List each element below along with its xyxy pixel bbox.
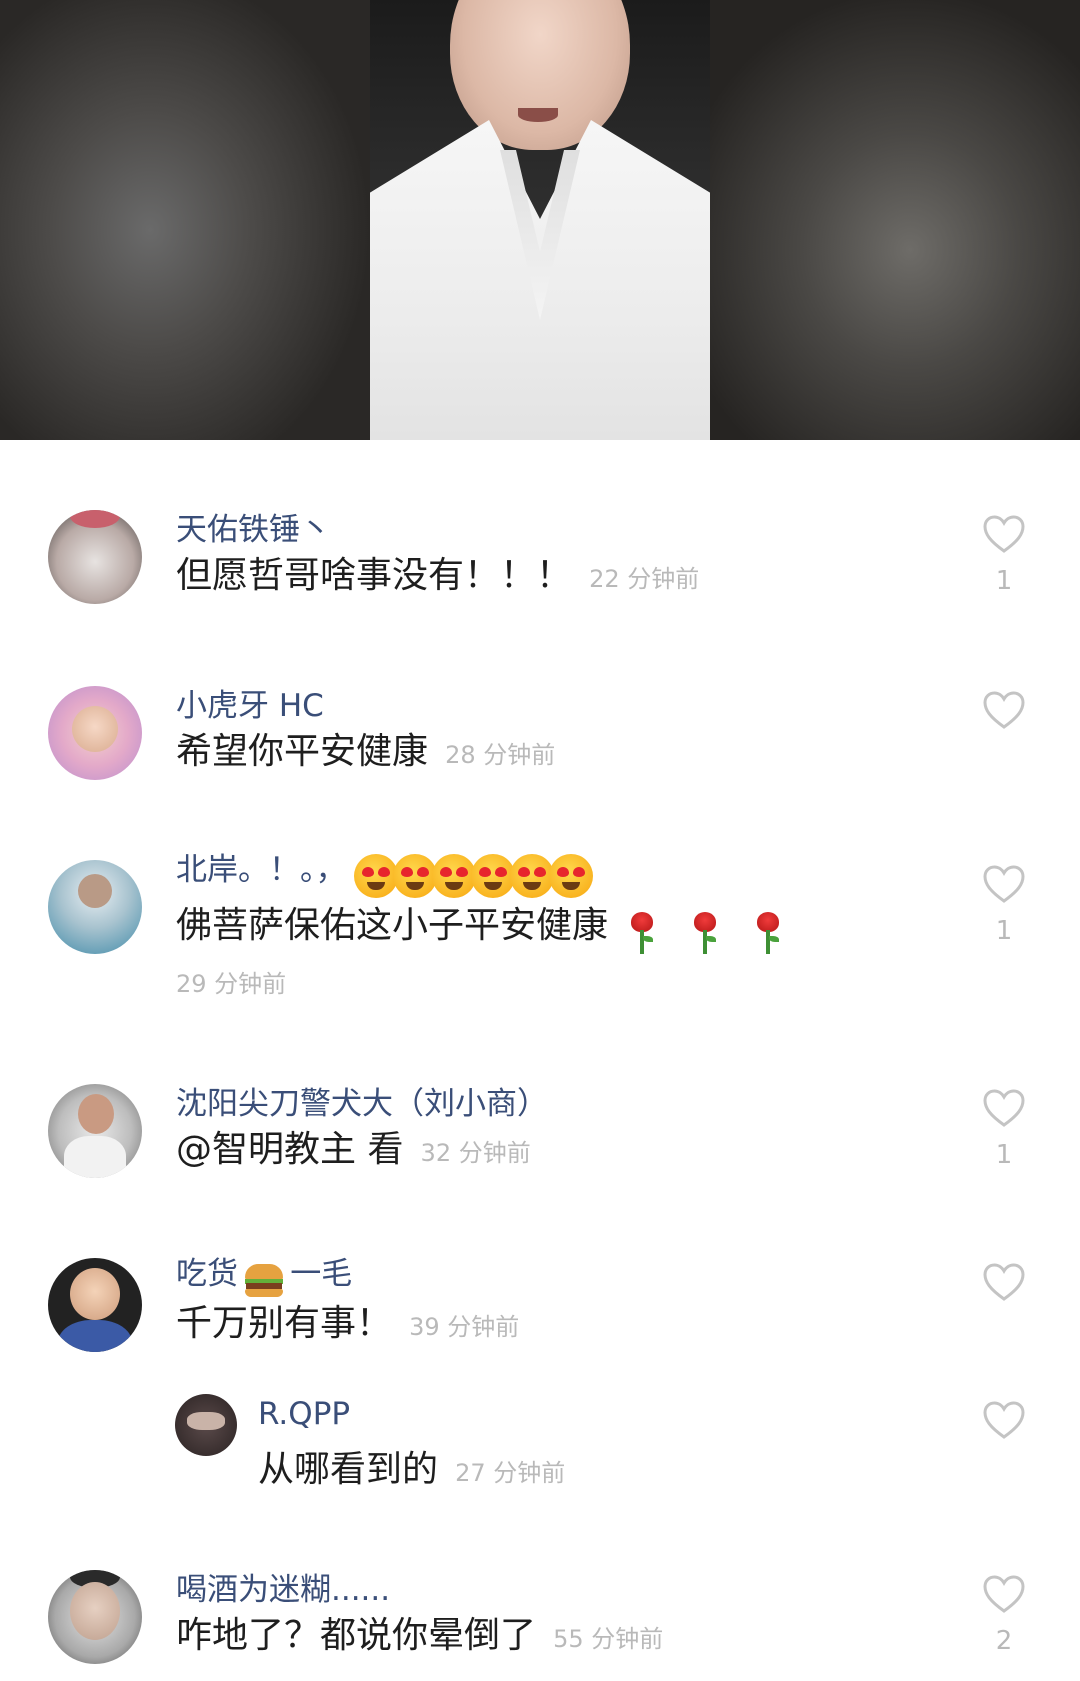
- comment-time: 22 分钟前: [589, 565, 700, 593]
- avatar[interactable]: [48, 1084, 142, 1178]
- avatar[interactable]: [48, 1258, 142, 1352]
- comment-time: 39 分钟前: [409, 1313, 520, 1341]
- avatar[interactable]: [48, 1570, 142, 1664]
- comment-body: 咋地了？都说你晕倒了 55 分钟前: [176, 1612, 663, 1666]
- heart-outline-icon[interactable]: [982, 864, 1026, 908]
- comment-text: @智明教主 看: [176, 1129, 404, 1170]
- avatar-face: [70, 1268, 120, 1320]
- avatar[interactable]: [48, 510, 142, 604]
- comment-username[interactable]: 小虎牙 HC: [176, 686, 324, 726]
- comment-body: 但愿哲哥啥事没有！！！ 22 分钟前: [176, 552, 699, 606]
- comment-username-line: 吃货 一毛: [176, 1254, 352, 1303]
- comment-text: 咋地了？都说你晕倒了: [176, 1615, 537, 1656]
- video-frame: [370, 0, 710, 440]
- like-count: 1: [995, 1140, 1013, 1170]
- avatar-shirt: [64, 1136, 126, 1178]
- video-player[interactable]: [0, 0, 1080, 440]
- heart-outline-icon[interactable]: [982, 1400, 1026, 1444]
- comment-username-suffix[interactable]: 一毛: [290, 1256, 352, 1292]
- comment-username[interactable]: 喝酒为迷糊......: [176, 1570, 390, 1610]
- comment-text: 佛菩萨保佑这小子平安健康: [176, 905, 609, 946]
- comment-username[interactable]: 吃货: [176, 1256, 238, 1292]
- comment-text: 但愿哲哥啥事没有！！！: [176, 555, 573, 596]
- comment-text: 千万别有事！: [176, 1303, 393, 1344]
- comment-time: 55 分钟前: [553, 1625, 664, 1653]
- heart-eyes-emoji-icon: [549, 853, 594, 898]
- rose-emoji-icon: [753, 910, 783, 956]
- username-emojis: [353, 853, 594, 898]
- avatar-face: [70, 1582, 120, 1640]
- video-blur-right: [710, 0, 1080, 440]
- comment-username[interactable]: 北岸。！。，: [176, 852, 347, 888]
- comment-body: @智明教主 看 32 分钟前: [176, 1126, 531, 1180]
- comment-body: 从哪看到的 27 分钟前: [258, 1446, 565, 1500]
- heart-eyes-emoji-icon: [392, 853, 437, 898]
- comment-text: 从哪看到的: [258, 1449, 439, 1490]
- comment-username[interactable]: 沈阳尖刀警犬大（刘小商）: [176, 1084, 548, 1124]
- avatar-hand: [187, 1412, 225, 1430]
- comment-body: 千万别有事！ 39 分钟前: [176, 1300, 519, 1354]
- like-count: 2: [995, 1626, 1013, 1656]
- avatar-face: [78, 874, 112, 908]
- avatar-shirt: [58, 1320, 132, 1352]
- comment-time: 29 分钟前: [176, 970, 287, 998]
- comment-username[interactable]: R.QPP: [258, 1394, 350, 1434]
- heart-outline-icon[interactable]: [982, 1574, 1026, 1618]
- avatar[interactable]: [48, 686, 142, 780]
- person-mouth: [518, 108, 558, 122]
- heart-eyes-emoji-icon: [431, 853, 476, 898]
- comment-time: 27 分钟前: [455, 1459, 566, 1487]
- avatar-face: [72, 706, 118, 752]
- like-count: 1: [995, 916, 1013, 946]
- rose-emoji-icon: [690, 910, 720, 956]
- comment-username[interactable]: 天佑铁锤丶: [176, 510, 331, 550]
- avatar[interactable]: [175, 1394, 237, 1456]
- avatar-face: [78, 1094, 114, 1134]
- comment-time: 32 分钟前: [420, 1139, 531, 1167]
- heart-outline-icon[interactable]: [982, 514, 1026, 558]
- comment-username-line: 北岸。！。，: [176, 850, 594, 899]
- heart-outline-icon[interactable]: [982, 690, 1026, 734]
- heart-eyes-emoji-icon: [353, 853, 398, 898]
- heart-outline-icon[interactable]: [982, 1088, 1026, 1132]
- video-blur-left: [0, 0, 370, 440]
- heart-eyes-emoji-icon: [470, 853, 515, 898]
- comment-time: 28 分钟前: [445, 741, 556, 769]
- avatar-hair: [70, 510, 120, 528]
- comment-body: 希望你平安健康 28 分钟前: [176, 728, 555, 782]
- hamburger-emoji-icon: [245, 1262, 284, 1298]
- rose-emoji-icon: [627, 910, 657, 956]
- heart-eyes-emoji-icon: [509, 853, 554, 898]
- comment-text: 希望你平安健康: [176, 731, 429, 772]
- like-count: 1: [995, 566, 1013, 596]
- heart-outline-icon[interactable]: [982, 1262, 1026, 1306]
- comment-body: 佛菩萨保佑这小子平安健康: [176, 902, 797, 956]
- avatar[interactable]: [48, 860, 142, 954]
